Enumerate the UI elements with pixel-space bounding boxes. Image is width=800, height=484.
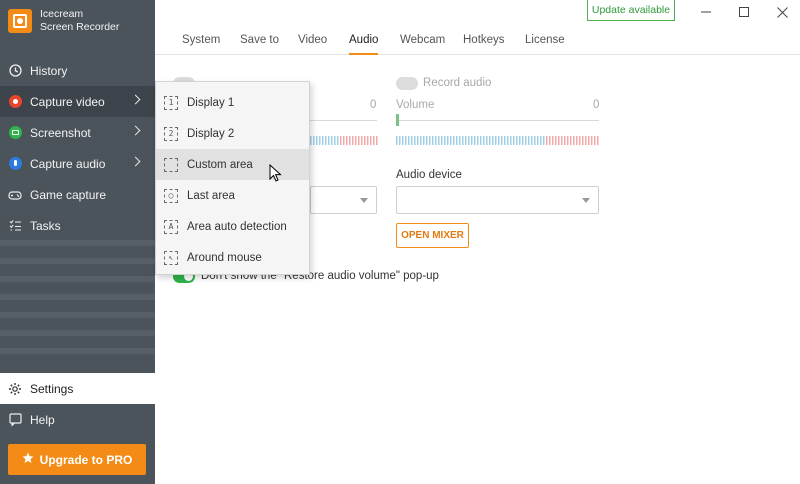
menu-item-label: Area auto detection	[187, 220, 287, 233]
open-mixer-button[interactable]: OPEN MIXER	[396, 223, 469, 248]
camera-icon	[8, 126, 22, 140]
record-icon	[8, 95, 22, 109]
menu-item-label: Display 2	[187, 127, 235, 140]
menu-item-label: Display 1	[187, 96, 235, 109]
tab-system[interactable]: System	[182, 31, 220, 55]
audio-device-select[interactable]	[396, 186, 599, 214]
microphone-icon	[8, 157, 22, 171]
tab-video[interactable]: Video	[298, 31, 327, 55]
volume-slider[interactable]	[396, 120, 599, 121]
sidebar-item-help[interactable]: Help	[0, 404, 155, 435]
help-label: Help	[30, 412, 55, 427]
display-2-icon: 2	[164, 126, 178, 141]
sidebar-background	[0, 240, 155, 360]
gear-icon	[8, 382, 22, 396]
audio-level-meter	[396, 136, 600, 145]
left-volume-value: 0	[370, 99, 377, 111]
audio-device-label: Audio device	[396, 169, 462, 181]
tasks-icon	[8, 219, 22, 233]
app-name-line2: Screen Recorder	[40, 21, 120, 33]
area-auto-detection-icon: A	[164, 219, 178, 234]
record-audio-label: Record audio	[423, 77, 492, 89]
menu-item-label: Around mouse	[187, 251, 262, 264]
mouse-cursor-icon	[269, 164, 282, 182]
left-level-meter	[310, 136, 378, 145]
close-icon[interactable]	[770, 2, 794, 22]
volume-label: Volume	[396, 99, 435, 111]
sidebar-item-screenshot[interactable]: Screenshot	[0, 117, 155, 148]
app-logo-icon	[8, 9, 32, 33]
chevron-right-icon	[130, 94, 141, 105]
volume-slider-thumb[interactable]	[396, 114, 399, 126]
help-icon	[8, 413, 22, 427]
menu-item-area-auto-detection[interactable]: A Area auto detection	[156, 211, 309, 242]
left-volume-slider[interactable]	[310, 120, 377, 121]
record-audio-toggle[interactable]	[396, 77, 418, 90]
settings-tabs: System Save to Video Audio Webcam Hotkey…	[155, 31, 800, 55]
app-name-line1: Icecream	[40, 8, 84, 20]
display-1-icon: 1	[164, 95, 178, 110]
chevron-down-icon	[582, 198, 590, 203]
upgrade-button[interactable]: Upgrade to PRO	[8, 444, 146, 475]
sidebar-item-capture-video[interactable]: Capture video	[0, 86, 155, 117]
sidebar-item-label: Tasks	[30, 218, 61, 233]
menu-item-display-2[interactable]: 2 Display 2	[156, 118, 309, 149]
app-name: Icecream Screen Recorder	[40, 8, 119, 34]
history-icon	[8, 64, 22, 78]
tab-save-to[interactable]: Save to	[240, 31, 279, 55]
tab-audio[interactable]: Audio	[349, 31, 379, 55]
update-available-button[interactable]: Update available	[587, 0, 675, 21]
around-mouse-icon: ↖	[164, 250, 178, 265]
upgrade-label: Upgrade to PRO	[39, 452, 133, 467]
sidebar-item-label: Capture audio	[30, 156, 106, 171]
capture-video-menu: 1 Display 1 2 Display 2 Custom area ◯ La…	[155, 81, 310, 275]
app-brand: Icecream Screen Recorder	[8, 8, 119, 34]
left-device-select[interactable]	[310, 186, 377, 214]
menu-item-last-area[interactable]: ◯ Last area	[156, 180, 309, 211]
sidebar-item-settings[interactable]: Settings	[0, 373, 155, 404]
star-icon	[22, 452, 34, 467]
menu-item-label: Custom area	[187, 158, 253, 171]
sidebar-item-history[interactable]: History	[0, 55, 155, 86]
menu-item-display-1[interactable]: 1 Display 1	[156, 87, 309, 118]
minimize-icon[interactable]	[694, 2, 718, 22]
right-volume-value: 0	[593, 99, 600, 111]
sidebar-item-label: Game capture	[30, 187, 107, 202]
custom-area-icon	[164, 157, 178, 172]
sidebar-nav: History Capture video Screenshot Capture…	[0, 55, 155, 241]
sidebar-item-label: History	[30, 63, 68, 78]
menu-item-around-mouse[interactable]: ↖ Around mouse	[156, 242, 309, 273]
gamepad-icon	[8, 188, 22, 202]
sidebar-item-game-capture[interactable]: Game capture	[0, 179, 155, 210]
sidebar-item-tasks[interactable]: Tasks	[0, 210, 155, 241]
menu-item-custom-area[interactable]: Custom area	[156, 149, 309, 180]
sidebar-item-label: Capture video	[30, 94, 105, 109]
sidebar-item-label: Screenshot	[30, 125, 91, 140]
maximize-icon[interactable]	[732, 2, 756, 22]
last-area-icon: ◯	[164, 188, 178, 203]
settings-label: Settings	[30, 381, 74, 396]
chevron-right-icon	[130, 156, 141, 167]
tab-hotkeys[interactable]: Hotkeys	[463, 31, 505, 55]
chevron-down-icon	[360, 198, 368, 203]
tab-license[interactable]: License	[525, 31, 565, 55]
tab-webcam[interactable]: Webcam	[400, 31, 445, 55]
chevron-right-icon	[130, 125, 141, 136]
sidebar: Icecream Screen Recorder History Capture…	[0, 0, 155, 484]
sidebar-item-capture-audio[interactable]: Capture audio	[0, 148, 155, 179]
menu-item-label: Last area	[187, 189, 235, 202]
